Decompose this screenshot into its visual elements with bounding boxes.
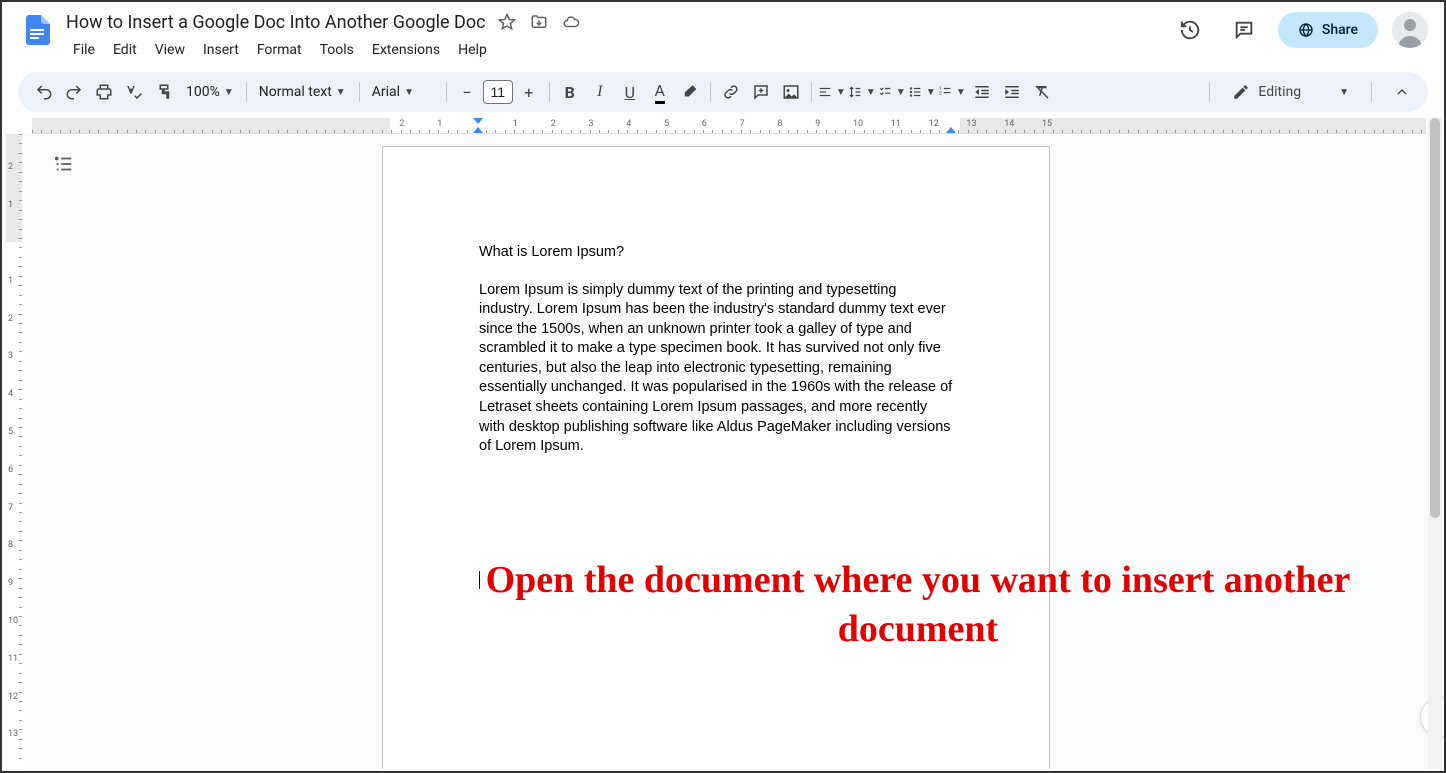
link-icon[interactable]	[717, 78, 745, 106]
history-icon[interactable]	[1170, 10, 1210, 50]
menu-file[interactable]: File	[66, 38, 102, 62]
move-icon[interactable]	[530, 13, 548, 31]
menu-tools[interactable]: Tools	[313, 38, 361, 62]
scrollbar-thumb[interactable]	[1430, 118, 1440, 518]
zoom-dropdown[interactable]: 100%▼	[180, 84, 240, 100]
highlight-icon[interactable]	[676, 78, 704, 106]
doc-body: Lorem Ipsum is simply dummy text of the …	[479, 281, 953, 457]
horizontal-ruler[interactable]: 21123456789101112131415	[32, 118, 1426, 134]
comment-icon[interactable]	[1224, 10, 1264, 50]
align-dropdown[interactable]: ▼	[818, 78, 846, 106]
cloud-icon[interactable]	[562, 13, 580, 31]
paint-format-icon[interactable]	[150, 78, 178, 106]
chevron-down-icon: ▼	[404, 87, 414, 98]
document-area: What is Lorem Ipsum? Lorem Ipsum is simp…	[24, 134, 1444, 769]
print-icon[interactable]	[90, 78, 118, 106]
font-decrease-icon[interactable]: −	[453, 78, 481, 106]
redo-icon[interactable]	[60, 78, 88, 106]
menu-extensions[interactable]: Extensions	[365, 38, 447, 62]
indent-increase-icon[interactable]	[998, 78, 1026, 106]
bullet-list-dropdown[interactable]: ▼	[908, 78, 936, 106]
menu-bar: File Edit View Insert Format Tools Exten…	[66, 38, 1170, 62]
outline-icon[interactable]	[52, 152, 76, 176]
pencil-icon	[1232, 83, 1250, 101]
image-icon[interactable]	[777, 78, 805, 106]
underline-icon[interactable]: U	[616, 78, 644, 106]
line-spacing-dropdown[interactable]: ▼	[848, 78, 876, 106]
chevron-down-icon: ▼	[336, 87, 346, 98]
text-color-icon[interactable]: A	[646, 78, 674, 106]
font-size-input[interactable]	[483, 80, 513, 104]
menu-view[interactable]: View	[148, 38, 192, 62]
menu-edit[interactable]: Edit	[106, 38, 144, 62]
numbered-list-dropdown[interactable]: 12▼	[938, 78, 966, 106]
vertical-ruler[interactable]: 2112345678910111213	[6, 134, 22, 767]
toolbar: 100%▼ Normal text▼ Arial▼ − + B I U A ▼ …	[18, 72, 1428, 112]
checklist-dropdown[interactable]: ▼	[878, 78, 906, 106]
menu-help[interactable]: Help	[451, 38, 494, 62]
font-dropdown[interactable]: Arial▼	[366, 84, 440, 100]
editing-mode-dropdown[interactable]: Editing ▼	[1195, 82, 1386, 102]
docs-logo[interactable]	[18, 10, 58, 50]
star-icon[interactable]	[498, 13, 516, 31]
undo-icon[interactable]	[30, 78, 58, 106]
menu-insert[interactable]: Insert	[196, 38, 246, 62]
share-label: Share	[1322, 22, 1358, 38]
collapse-toolbar-icon[interactable]	[1388, 78, 1416, 106]
clear-format-icon[interactable]	[1028, 78, 1056, 106]
style-dropdown[interactable]: Normal text▼	[253, 84, 353, 100]
svg-text:2: 2	[939, 90, 942, 96]
vertical-scrollbar[interactable]	[1428, 118, 1442, 769]
add-comment-icon[interactable]	[747, 78, 775, 106]
annotation-text: Open the document where you want to inse…	[452, 556, 1384, 655]
doc-heading: What is Lorem Ipsum?	[479, 243, 953, 263]
italic-icon[interactable]: I	[586, 78, 614, 106]
bold-icon[interactable]: B	[556, 78, 584, 106]
spellcheck-icon[interactable]	[120, 78, 148, 106]
globe-icon	[1298, 22, 1314, 38]
menu-format[interactable]: Format	[250, 38, 309, 62]
chevron-down-icon: ▼	[1339, 87, 1349, 98]
doc-title[interactable]: How to Insert a Google Doc Into Another …	[66, 12, 486, 33]
indent-decrease-icon[interactable]	[968, 78, 996, 106]
document-page[interactable]: What is Lorem Ipsum? Lorem Ipsum is simp…	[382, 146, 1050, 769]
share-button[interactable]: Share	[1278, 12, 1378, 48]
avatar[interactable]	[1392, 12, 1428, 48]
font-increase-icon[interactable]: +	[515, 78, 543, 106]
chevron-down-icon: ▼	[224, 87, 234, 98]
